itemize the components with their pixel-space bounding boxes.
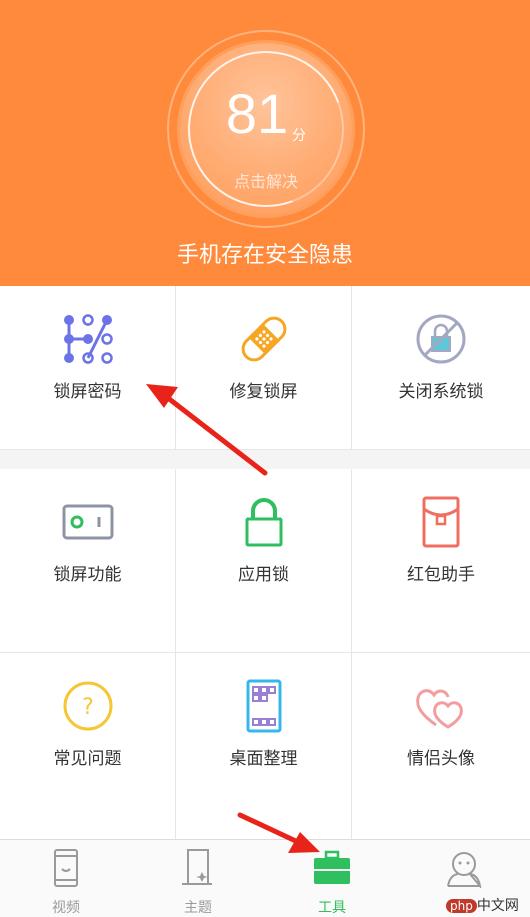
watermark-badge: php bbox=[446, 899, 477, 913]
tool-app-lock[interactable]: 应用锁 bbox=[176, 469, 352, 653]
tool-label: 关闭系统锁 bbox=[398, 382, 484, 402]
tab-label: 工具 bbox=[318, 900, 346, 916]
red-envelope-icon bbox=[422, 496, 460, 548]
tool-repair-lock[interactable]: 修复锁屏 bbox=[176, 286, 352, 450]
profile-icon bbox=[447, 852, 482, 888]
tool-red-envelope[interactable]: 红包助手 bbox=[352, 469, 530, 653]
tools-grid-bottom: 锁屏功能 应用锁 红包助手 ? 常见问题 桌面整理 情侣头像 bbox=[0, 469, 530, 839]
desktop-grid-icon bbox=[246, 679, 281, 733]
pattern-lock-icon bbox=[63, 314, 113, 364]
tool-label: 锁屏密码 bbox=[53, 382, 122, 402]
score-unit: 分 bbox=[292, 128, 306, 144]
security-warning: 手机存在安全隐患 bbox=[176, 243, 353, 268]
tab-tools[interactable]: 工具 bbox=[266, 840, 398, 917]
tool-label: 锁屏功能 bbox=[53, 565, 122, 585]
theme-icon bbox=[182, 849, 212, 885]
tool-close-system-lock[interactable]: 关闭系统锁 bbox=[352, 286, 530, 450]
hearts-icon bbox=[416, 689, 463, 729]
watermark: php 中文网 bbox=[446, 895, 519, 915]
tool-label: 修复锁屏 bbox=[229, 382, 298, 402]
security-header: 81 分 点击解决 手机存在安全隐患 bbox=[0, 0, 530, 286]
tool-label: 情侣头像 bbox=[407, 749, 475, 769]
tool-label: 应用锁 bbox=[238, 565, 289, 585]
tool-label: 红包助手 bbox=[407, 565, 475, 585]
question-icon: ? bbox=[63, 681, 112, 731]
tool-lock-password[interactable]: 锁屏密码 bbox=[0, 286, 176, 450]
no-lock-icon bbox=[416, 314, 466, 364]
tools-grid-top: 锁屏密码 修复锁屏 关闭系统锁 bbox=[0, 286, 530, 450]
video-phone-icon bbox=[54, 849, 78, 887]
svg-text:?: ? bbox=[82, 695, 94, 720]
bandage-icon bbox=[241, 316, 286, 362]
tool-faq[interactable]: ? 常见问题 bbox=[0, 653, 176, 839]
watermark-text: 中文网 bbox=[476, 898, 519, 914]
padlock-icon bbox=[245, 498, 282, 547]
security-score: 81 bbox=[225, 82, 289, 145]
fix-action-label[interactable]: 点击解决 bbox=[200, 168, 332, 192]
tab-theme[interactable]: 主题 bbox=[132, 840, 264, 917]
toolbox-icon bbox=[314, 850, 350, 884]
tool-lock-function[interactable]: 锁屏功能 bbox=[0, 469, 176, 653]
tab-video[interactable]: 视频 bbox=[0, 840, 132, 917]
tool-desktop-organize[interactable]: 桌面整理 bbox=[176, 653, 352, 839]
tab-label: 主题 bbox=[184, 900, 212, 916]
tab-label: 视频 bbox=[52, 900, 80, 916]
tool-couple-avatar[interactable]: 情侣头像 bbox=[352, 653, 530, 839]
toggle-switch-icon bbox=[62, 504, 113, 540]
tool-label: 常见问题 bbox=[53, 749, 122, 769]
tool-label: 桌面整理 bbox=[229, 749, 298, 769]
